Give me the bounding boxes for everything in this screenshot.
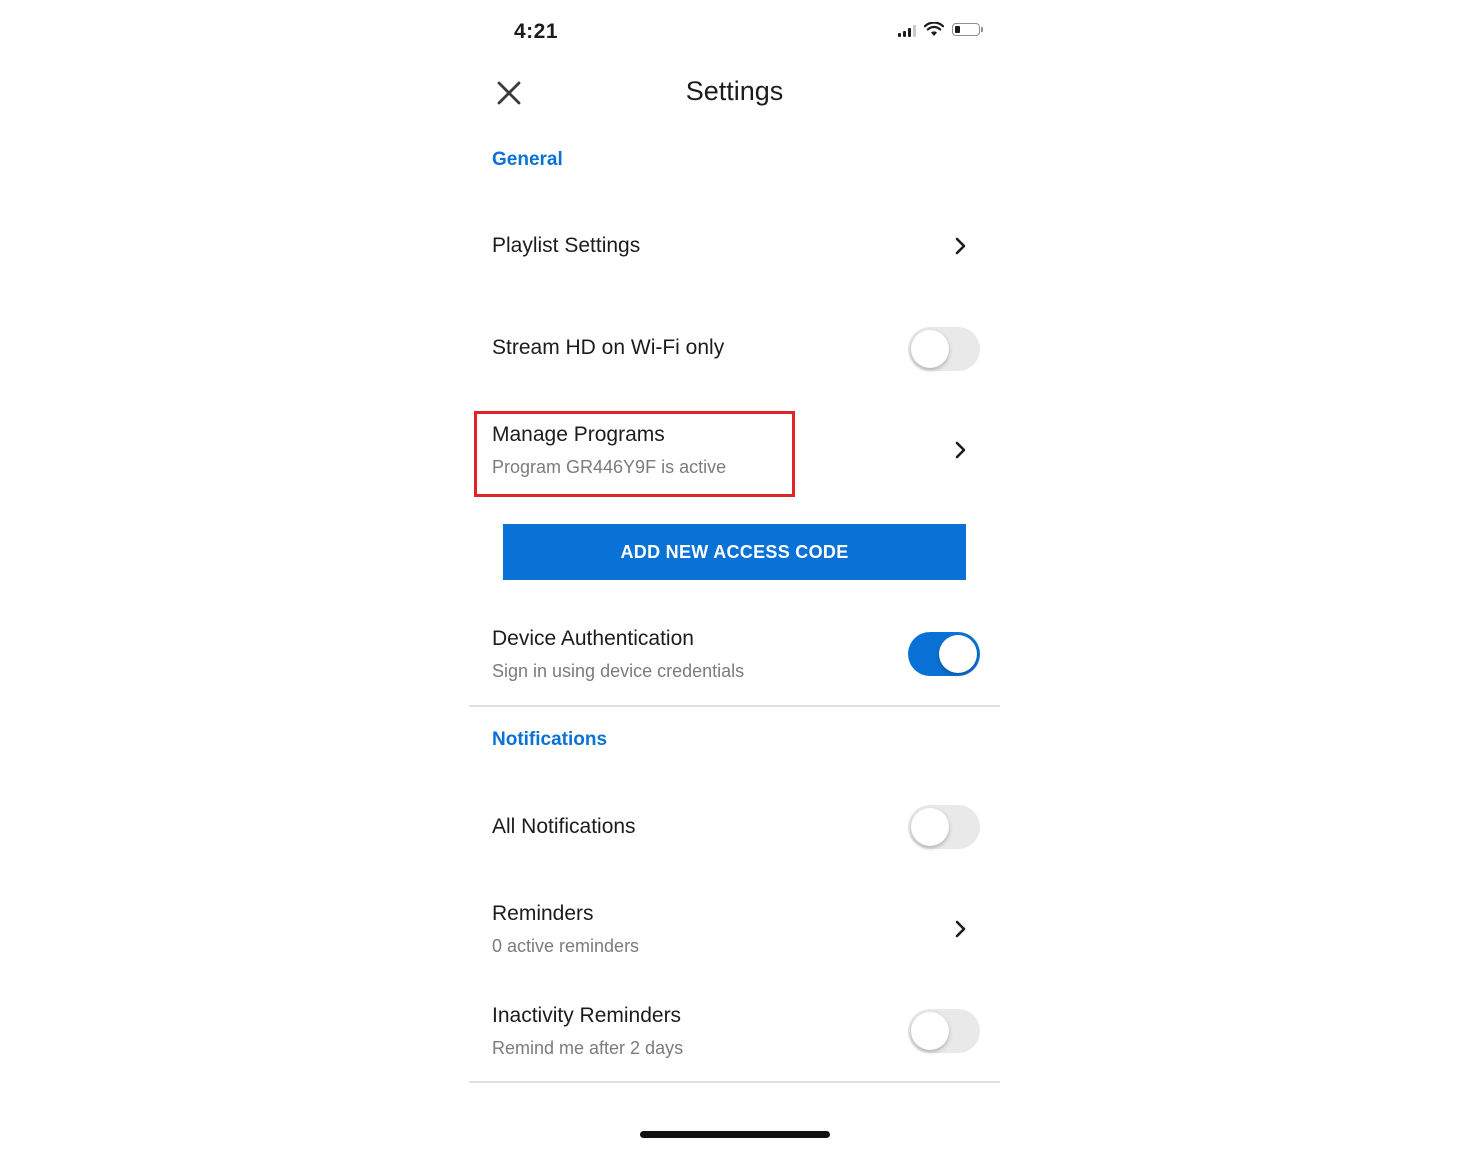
device-authentication-toggle[interactable] <box>908 632 980 676</box>
all-notifications-label: All Notifications <box>492 815 636 838</box>
toggle-knob <box>911 808 949 846</box>
inactivity-reminders-toggle[interactable] <box>908 1009 980 1053</box>
chevron-right-icon <box>955 441 966 459</box>
add-new-access-code-button[interactable]: ADD NEW ACCESS CODE <box>503 524 966 580</box>
toggle-knob <box>911 330 949 368</box>
manage-programs-status: Program GR446Y9F is active <box>492 457 727 477</box>
inactivity-reminders-subtitle: Remind me after 2 days <box>492 1038 684 1058</box>
page: 4:21 Settings General Playlist Settings … <box>0 0 1470 1150</box>
stream-hd-row: Stream HD on Wi-Fi only <box>469 305 1000 393</box>
stream-hd-label: Stream HD on Wi-Fi only <box>492 336 725 359</box>
chevron-right-icon <box>955 920 966 938</box>
section-header-notifications: Notifications <box>492 729 608 750</box>
playlist-settings-row[interactable]: Playlist Settings <box>469 200 1000 292</box>
toggle-knob <box>911 1012 949 1050</box>
reminders-subtitle: 0 active reminders <box>492 936 640 956</box>
section-header-general: General <box>492 149 563 170</box>
stream-hd-toggle[interactable] <box>908 327 980 371</box>
playlist-settings-label: Playlist Settings <box>492 234 641 257</box>
reminders-row[interactable]: Reminders 0 active reminders <box>469 890 1000 972</box>
manage-programs-row[interactable]: Manage Programs Program GR446Y9F is acti… <box>469 411 1000 493</box>
inactivity-reminders-row: Inactivity Reminders Remind me after 2 d… <box>469 992 1000 1076</box>
section-divider <box>469 1081 1000 1083</box>
home-indicator <box>640 1131 830 1138</box>
status-icons <box>898 22 983 37</box>
chevron-right-icon <box>955 237 966 255</box>
manage-programs-label: Manage Programs <box>492 423 665 446</box>
all-notifications-row: All Notifications <box>469 784 1000 872</box>
toggle-knob <box>939 635 977 673</box>
status-time: 4:21 <box>514 20 559 43</box>
all-notifications-toggle[interactable] <box>908 805 980 849</box>
device-authentication-label: Device Authentication <box>492 627 694 650</box>
battery-icon <box>952 23 983 36</box>
section-divider <box>469 705 1000 707</box>
device-authentication-subtitle: Sign in using device credentials <box>492 661 745 681</box>
signal-icon <box>898 23 916 37</box>
inactivity-reminders-label: Inactivity Reminders <box>492 1004 682 1027</box>
page-title: Settings <box>685 76 784 106</box>
settings-screen: 4:21 Settings General Playlist Settings … <box>469 0 1000 1150</box>
reminders-label: Reminders <box>492 902 594 925</box>
wifi-icon <box>924 22 944 36</box>
device-authentication-row: Device Authentication Sign in using devi… <box>469 615 1000 701</box>
